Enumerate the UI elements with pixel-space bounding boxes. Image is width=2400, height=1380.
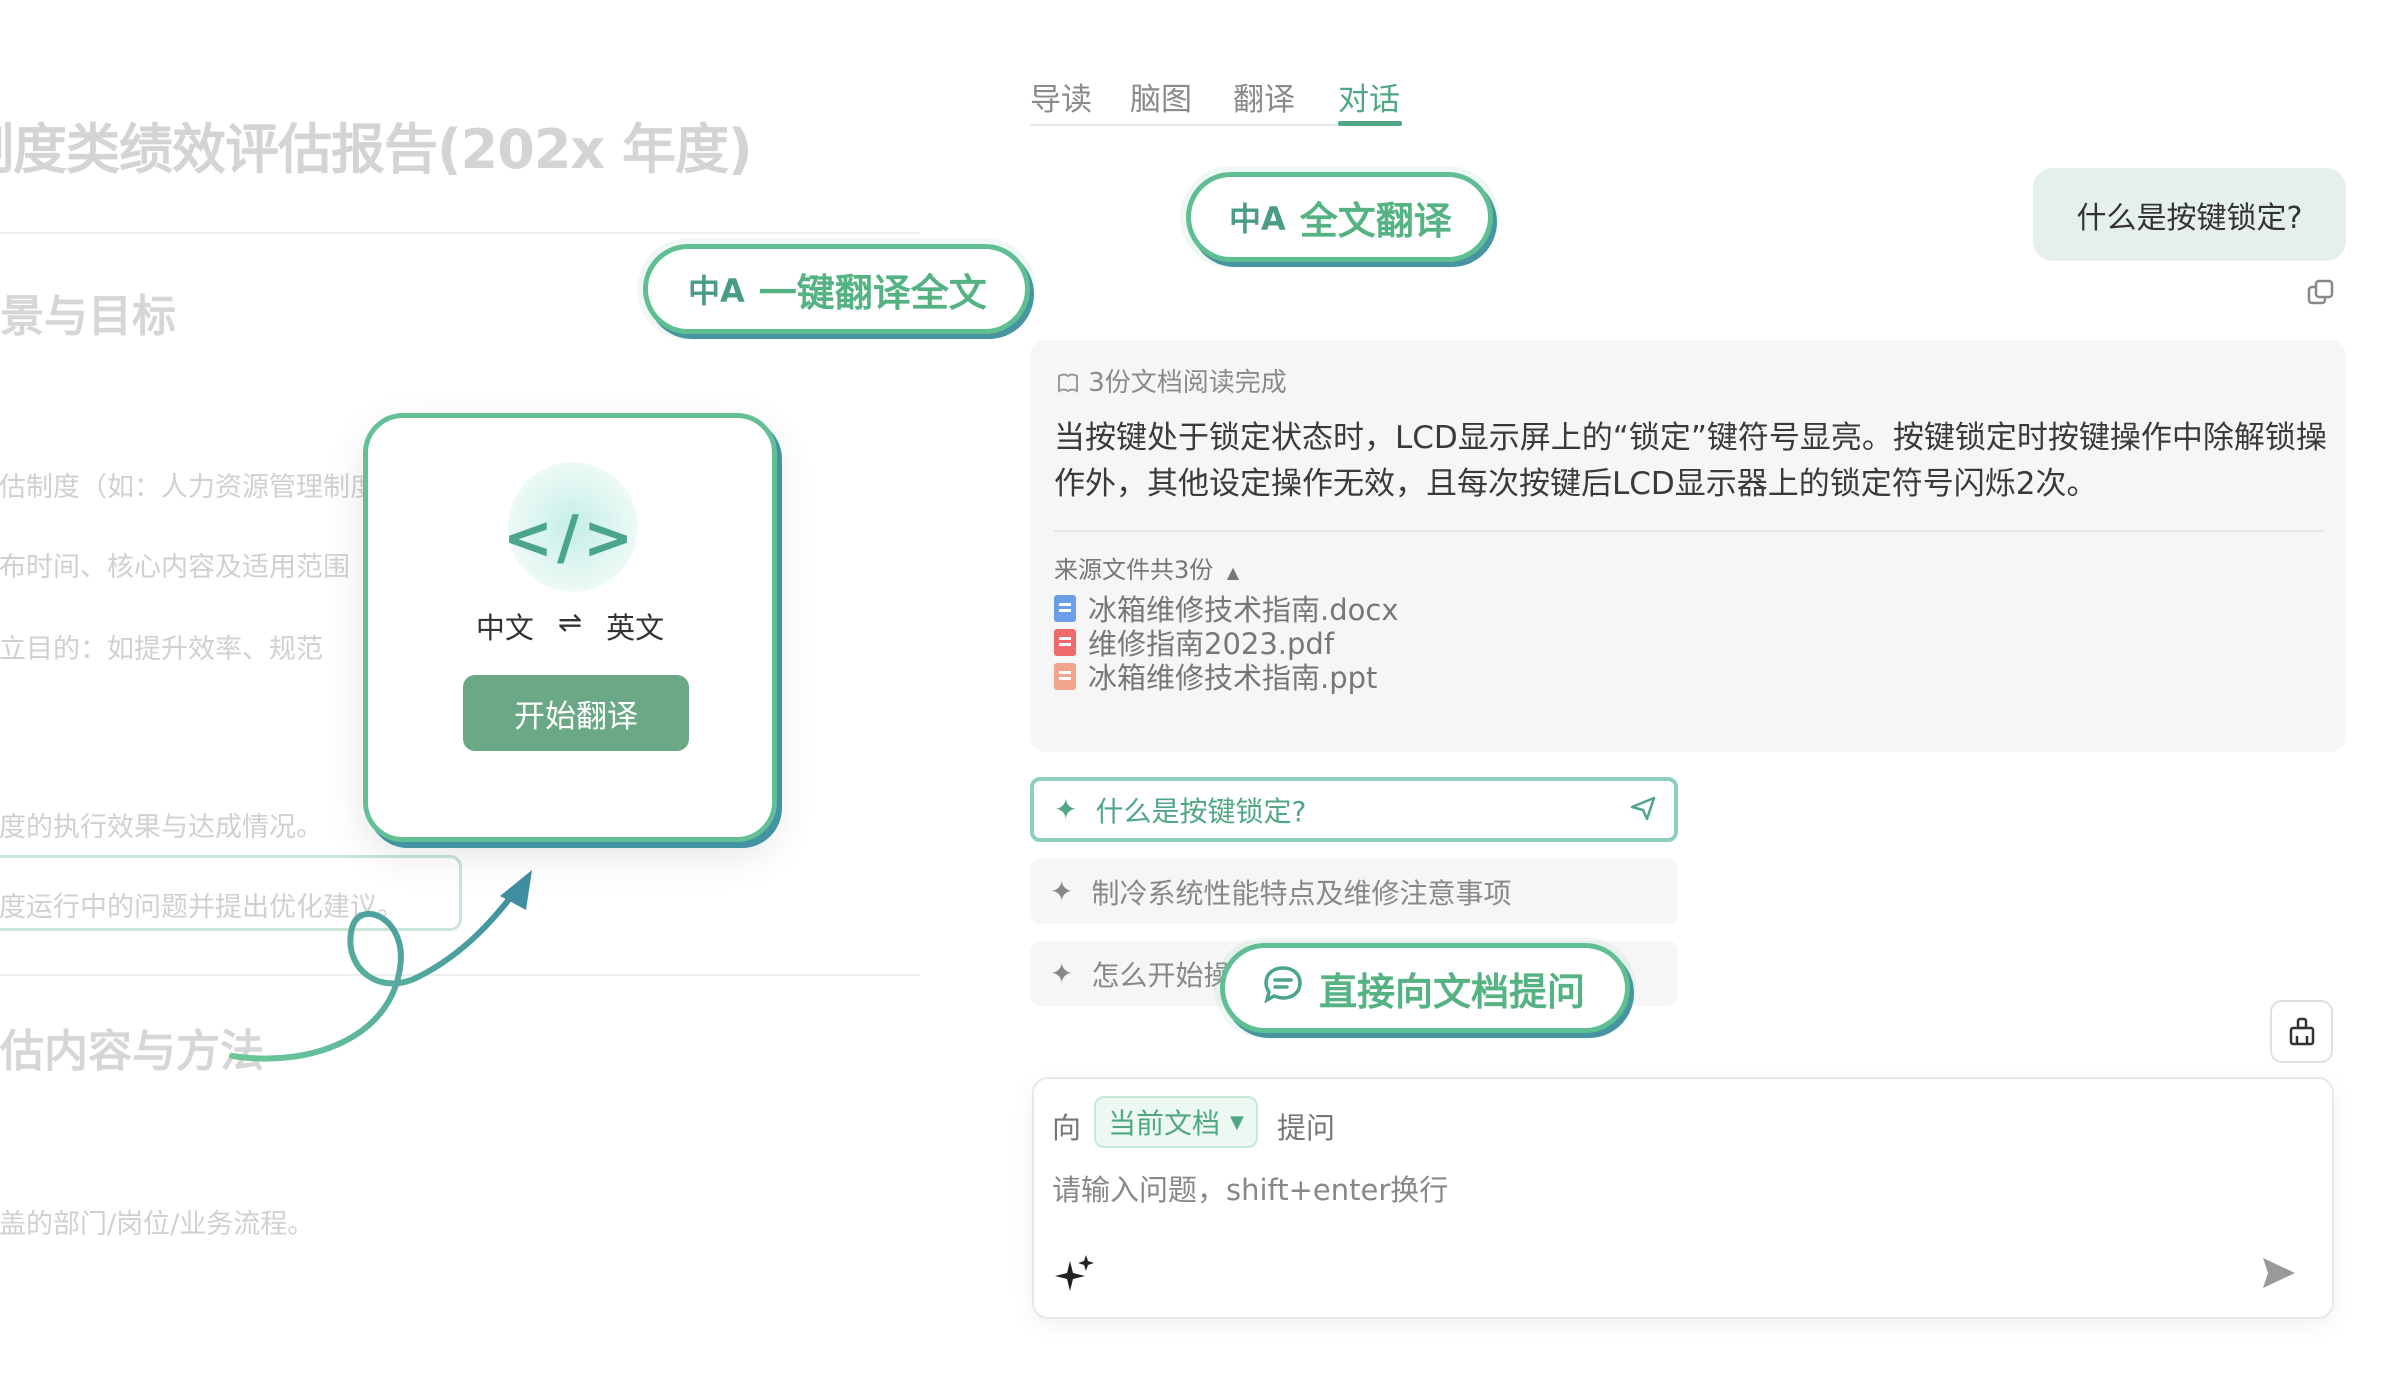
document-title: 制度类绩效评估报告(202x 年度)	[0, 118, 753, 181]
callout-label: 直接向文档提问	[1319, 969, 1586, 1014]
send-icon	[2263, 1258, 2295, 1288]
copy-icon[interactable]	[2306, 278, 2336, 312]
translate-icon: 中A	[688, 272, 745, 310]
tab-guide[interactable]: 导读	[1030, 74, 1092, 119]
sparkle-icon: ✦	[1054, 793, 1078, 826]
pdf-file-icon	[1054, 628, 1076, 656]
full-translate-callout[interactable]: 中A 全文翻译	[1186, 172, 1493, 262]
source-language[interactable]: 中文	[476, 605, 534, 647]
one-click-translate-callout[interactable]: 中A 一键翻译全文	[643, 244, 1030, 334]
source-file[interactable]: 冰箱维修技术指南.ppt	[1054, 655, 1377, 697]
word-file-icon	[1054, 594, 1076, 622]
clean-chat-button[interactable]	[2270, 1000, 2333, 1063]
answer-divider	[1054, 530, 2324, 532]
chat-bubble-icon	[1261, 962, 1305, 1015]
target-language[interactable]: 英文	[606, 605, 664, 647]
send-button[interactable]	[2259, 1253, 2299, 1297]
sparkle-icon: ✦	[1050, 957, 1074, 990]
input-prefix: 向	[1052, 1111, 1082, 1145]
scope-dropdown[interactable]: 当前文档 ▼	[1094, 1096, 1258, 1148]
suggestion-label: 什么是按键锁定?	[1095, 794, 1307, 828]
sources-title: 来源文件共3份	[1054, 556, 1214, 584]
caret-down-icon: ▼	[1230, 1111, 1244, 1133]
answer-card: 3份文档阅读完成 当按键处于锁定状态时，LCD显示屏上的“锁定”键符号显亮。按键…	[1030, 340, 2346, 752]
scope-label: 当前文档	[1108, 1107, 1221, 1140]
answer-text: 当按键处于锁定状态时，LCD显示屏上的“锁定”键符号显亮。按键锁定时按键操作中除…	[1054, 420, 2327, 502]
sparkle-icon	[1055, 1255, 1094, 1291]
read-status-label: 3份文档阅读完成	[1088, 368, 1287, 398]
translate-icon: 中A	[1229, 200, 1286, 238]
caret-up-icon: ▲	[1226, 563, 1240, 582]
curved-arrow-icon	[229, 870, 532, 1062]
broom-icon	[2289, 1017, 2314, 1045]
tab-translate[interactable]: 翻译	[1233, 74, 1295, 119]
send-small-icon[interactable]	[1628, 793, 1658, 830]
user-message: 什么是按键锁定?	[2033, 168, 2346, 261]
translate-card: </> 中文 ⇌ 英文 开始翻译	[363, 413, 777, 842]
sparkle-icon: ✦	[1050, 875, 1074, 908]
document-divider	[0, 232, 920, 234]
read-status: 3份文档阅读完成	[1056, 362, 1287, 399]
document-line: 制度的执行效果与达成情况。	[0, 812, 323, 843]
ppt-file-icon	[1054, 662, 1076, 690]
document-line: 发布时间、核心内容及适用范围	[0, 552, 350, 583]
active-tab-indicator	[1338, 121, 1402, 126]
document-line: 覆盖的部门/岗位/业务流程。	[0, 1209, 315, 1240]
start-translate-button[interactable]: 开始翻译	[463, 675, 689, 751]
chat-input-box: 向 当前文档 ▼ 提问 请输入问题，shift+enter换行	[1032, 1077, 2334, 1319]
document-line: 设立目的：如提升效率、规范	[0, 634, 323, 665]
language-pair: 中文 ⇌ 英文	[368, 605, 772, 647]
code-translate-icon: </>	[502, 503, 638, 573]
suggestion-item[interactable]: ✦ 什么是按键锁定?	[1030, 777, 1678, 842]
callout-label: 全文翻译	[1299, 198, 1452, 243]
sources-toggle[interactable]: 来源文件共3份 ▲	[1054, 550, 1239, 585]
book-icon	[1058, 373, 1078, 393]
chat-input-field[interactable]: 请输入问题，shift+enter换行	[1052, 1167, 1448, 1209]
input-suffix: 提问	[1277, 1111, 1336, 1145]
suggestion-item[interactable]: ✦ 制冷系统性能特点及维修注意事项	[1030, 859, 1678, 924]
ask-document-callout[interactable]: 直接向文档提问	[1220, 943, 1631, 1033]
swap-languages-icon[interactable]: ⇌	[558, 605, 582, 647]
section-heading-background: 背景与目标	[0, 291, 176, 342]
tab-mindmap[interactable]: 脑图	[1130, 74, 1192, 119]
source-file-name: 冰箱维修技术指南.ppt	[1088, 661, 1378, 695]
ai-sparkle-button[interactable]	[1054, 1253, 1096, 1301]
suggestion-label: 制冷系统性能特点及维修注意事项	[1091, 876, 1512, 910]
tab-chat[interactable]: 对话	[1338, 74, 1400, 119]
callout-label: 一键翻译全文	[758, 270, 987, 315]
